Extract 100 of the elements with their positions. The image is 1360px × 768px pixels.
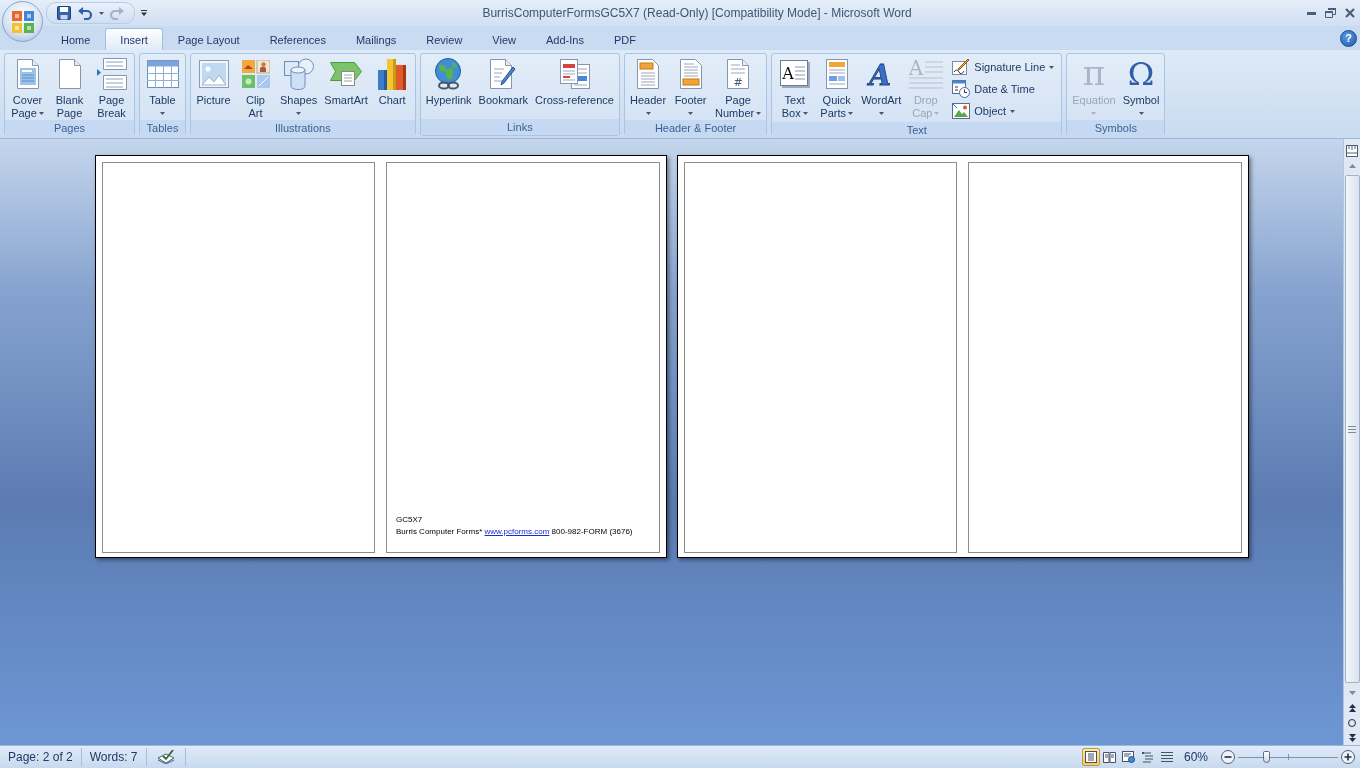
- grip-icon: [1348, 425, 1356, 433]
- header-button[interactable]: Header: [626, 55, 670, 120]
- caret-icon: [160, 112, 165, 115]
- footer-button[interactable]: Footer: [670, 55, 712, 120]
- double-up-arrow-icon: [1348, 703, 1356, 712]
- double-down-arrow-icon: [1348, 733, 1356, 742]
- page-break-button[interactable]: Page Break: [91, 55, 132, 120]
- arrow-diagram-icon: [330, 62, 362, 86]
- bookmark-button[interactable]: Bookmark: [475, 55, 532, 107]
- save-button[interactable]: [55, 4, 73, 22]
- caret-icon: [934, 112, 940, 115]
- open-book-icon: [1103, 751, 1117, 763]
- minus-icon: [1221, 750, 1235, 764]
- picture-button[interactable]: Picture: [193, 55, 234, 107]
- caret-icon: [645, 112, 651, 115]
- web-page-icon: [1122, 751, 1136, 763]
- cross-reference-button[interactable]: Cross-reference: [532, 55, 617, 107]
- caret-icon: [98, 11, 104, 15]
- clip-art-tiles-icon: [241, 60, 270, 88]
- help-button[interactable]: ?: [1340, 30, 1357, 47]
- caret-icon: [38, 112, 44, 115]
- caret-icon: [802, 112, 808, 115]
- circle-icon: [1348, 718, 1356, 727]
- text-box-icon: A: [779, 60, 810, 88]
- cover-page-button[interactable]: Cover Page: [7, 55, 48, 120]
- caret-icon: [756, 112, 762, 115]
- page-pen-icon: [490, 59, 517, 89]
- group-label: Symbols: [1067, 120, 1165, 136]
- ribbon-tab[interactable]: View: [477, 28, 531, 50]
- ribbon-tab[interactable]: PDF: [598, 28, 651, 50]
- group-label: Links: [420, 119, 619, 135]
- page-break-icon: [96, 58, 127, 90]
- web-layout-button[interactable]: [1119, 748, 1138, 766]
- restore-icon: [1325, 8, 1336, 18]
- caret-icon: [1138, 112, 1144, 115]
- ribbon-tab[interactable]: Page Layout: [162, 28, 255, 50]
- symbol-button[interactable]: Ω Symbol: [1119, 55, 1163, 120]
- caret-icon: [878, 112, 884, 115]
- down-triangle-icon: [1348, 690, 1356, 695]
- caret-icon: [688, 112, 694, 115]
- undo-button[interactable]: [76, 4, 94, 22]
- cross-reference-icon: [559, 59, 590, 89]
- page-layout-icon: [1084, 751, 1097, 763]
- ribbon-tab[interactable]: References: [254, 28, 341, 50]
- signature-pen-icon: [952, 59, 971, 75]
- quick-parts-icon: [825, 59, 848, 89]
- omega-symbol-icon: Ω: [1127, 59, 1156, 89]
- close-icon: [1344, 8, 1355, 18]
- ruler-toggle-button[interactable]: [1344, 143, 1360, 158]
- caret-icon: [296, 112, 302, 115]
- word-count-text: Words: 7: [89, 750, 138, 764]
- website-link[interactable]: www.pcforms.com: [484, 527, 550, 536]
- table-grid-icon: [146, 60, 179, 88]
- ribbon-tab[interactable]: Add-Ins: [531, 28, 599, 50]
- form-code-text: GC5X7: [396, 514, 424, 526]
- scrollbar-thumb[interactable]: [1344, 175, 1360, 683]
- chart-button[interactable]: Chart: [371, 55, 413, 107]
- ribbon-tab[interactable]: Mailings: [340, 28, 412, 50]
- ribbon-tab[interactable]: Home: [46, 28, 106, 50]
- page-number-icon: #: [727, 59, 750, 89]
- outline-list-icon: [1141, 751, 1154, 763]
- shapes-icon: [283, 58, 314, 90]
- group-label: Tables: [140, 120, 185, 136]
- signature-line-button[interactable]: Signature Line: [949, 56, 1058, 78]
- object-icon: [952, 103, 971, 119]
- page-number-button[interactable]: # Page Number: [712, 55, 765, 120]
- table-button[interactable]: Table: [142, 55, 183, 120]
- footer-contact-text: Burris Computer Forms* www.pcforms.com 800-982-FORM (3676): [396, 526, 634, 538]
- redo-arrow-icon: [110, 6, 124, 20]
- ribbon-tab[interactable]: Review: [411, 28, 478, 50]
- zoom-slider-thumb[interactable]: [1263, 751, 1270, 763]
- group-label: Text: [772, 122, 1062, 138]
- minimize-icon: [1307, 11, 1316, 15]
- undo-arrow-icon: [78, 6, 92, 20]
- page-count-text: Page: 2 of 2: [8, 750, 73, 764]
- group-label: Header & Footer: [624, 120, 767, 136]
- header-page-icon: [637, 59, 659, 89]
- wordart-button[interactable]: A WordArt: [858, 55, 905, 120]
- shapes-button[interactable]: Shapes: [277, 55, 321, 120]
- up-triangle-icon: [1348, 163, 1356, 168]
- restore-button[interactable]: [1324, 5, 1337, 21]
- print-layout-button[interactable]: [1081, 748, 1100, 766]
- ruler-icon: [1346, 144, 1358, 157]
- wordart-letter-icon: A: [866, 58, 897, 90]
- footer-page-icon: [679, 59, 702, 89]
- smartart-button[interactable]: SmartArt: [321, 55, 371, 107]
- window-title: BurrisComputerFormsGC5X7 (Read-Only) [Compatibility Mode] - Microsoft Word: [481, 6, 912, 20]
- zoom-in-button[interactable]: [1340, 749, 1356, 765]
- zoom-level-text: 60%: [1183, 750, 1208, 764]
- date-time-button[interactable]: Date & Time: [949, 78, 1058, 100]
- clip-art-button[interactable]: Clip Art: [235, 55, 276, 120]
- hyperlink-button[interactable]: Hyperlink: [422, 55, 475, 107]
- cover-page-icon: [16, 59, 39, 89]
- text-box-button[interactable]: A Text Box: [774, 55, 816, 120]
- ribbon-tab[interactable]: Insert: [105, 28, 163, 50]
- object-button[interactable]: Object: [949, 100, 1058, 122]
- blank-page-button[interactable]: Blank Page: [49, 55, 90, 120]
- quick-parts-button[interactable]: Quick Parts: [816, 55, 858, 120]
- caret-icon: [1091, 112, 1097, 115]
- zoom-out-button[interactable]: [1220, 749, 1236, 765]
